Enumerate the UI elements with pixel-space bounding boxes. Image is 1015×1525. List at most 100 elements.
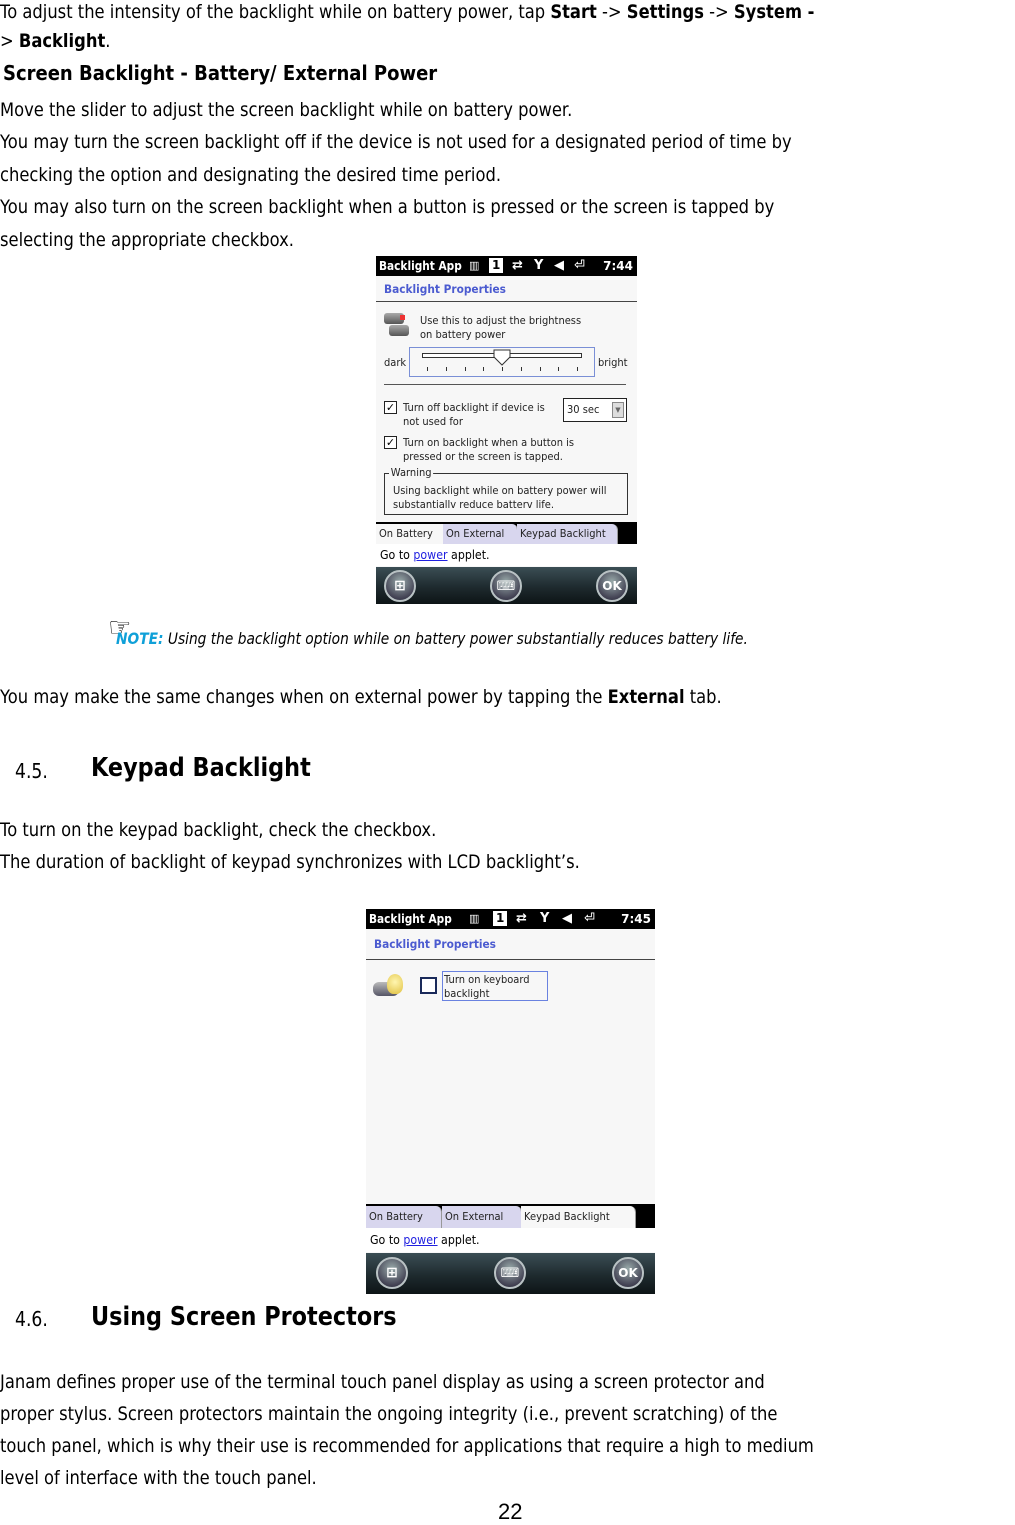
device-screenshot-battery: Backlight App ▥ 1 ⇄ Y ◀ ⏎ 7:44 Backlight… [376,256,637,604]
tab-bar: On Battery On External Keypad Backlight [366,1204,655,1228]
sentence-text: tab. [684,686,722,708]
note-text: Using the backlight option while on batt… [163,629,748,648]
slider-max-label: bright [598,356,628,369]
soft-key-bar: ⊞ ⌨ OK [376,567,637,604]
slider-tick [558,367,560,371]
soft-key-bar: ⊞ ⌨ OK [366,1253,655,1294]
keyboard-option-label: backlight [444,987,490,1000]
arrow: -> [703,1,734,23]
tab-on-external[interactable]: On External [443,524,518,544]
slider-tick [577,367,578,371]
goto-text: applet. [437,1233,480,1247]
tab-keypad-backlight[interactable]: Keypad Backlight [521,1206,636,1228]
windows-logo-icon: ⊞ [394,578,406,594]
checkmark-icon: ✓ [385,436,396,449]
keyboard-button[interactable]: ⌨ [490,570,522,602]
subheading: Screen Backlight - Battery/ External Pow… [3,61,438,85]
warning-legend: Warning [389,466,434,480]
paragraph-line: touch panel, which is why their use is r… [0,1435,814,1457]
section-number: 4.5. [15,759,48,783]
path-settings: Settings [626,1,704,23]
brightness-slider[interactable] [409,347,595,377]
slider-tick [539,367,541,371]
arrow: > [0,30,19,52]
slider-tick [483,367,485,371]
windows-logo-icon: ⊞ [386,1265,398,1281]
tab-on-external[interactable]: On External [442,1206,522,1228]
path-start: Start [550,1,597,23]
tab-on-battery[interactable]: On Battery [376,524,446,544]
paragraph-line: Move the slider to adjust the screen bac… [0,99,573,121]
indicator-one: 1 [489,258,504,273]
keypad-lightbulb-icon [373,972,409,1000]
windows-start-button[interactable]: ⊞ [384,570,416,602]
paragraph-line: selecting the appropriate checkbox. [0,229,295,251]
tab-on-battery[interactable]: On Battery [366,1206,442,1228]
timeout-value: 30 sec [567,403,600,416]
signal-off-icon: Y [540,911,550,926]
paragraph-line: To turn on the keypad backlight, check t… [0,819,437,841]
turn-on-checkbox[interactable]: ✓ [384,436,397,449]
paragraph-line: You may also turn on the screen backligh… [0,196,775,218]
properties-header: Backlight Properties [376,276,637,302]
header-text: Backlight Properties [384,282,506,296]
intro-line-2: > Backlight. [0,25,110,57]
paragraph-line: checking the option and designating the … [0,164,502,186]
ok-button[interactable]: OK [612,1257,644,1289]
goto-power-row: Go to power applet. [366,1228,655,1252]
turn-off-label: not used for [403,415,463,428]
connectivity-icon: ⇄ [512,258,523,273]
speaker-mute-icon: ◀ [554,258,564,273]
battery-brightness-icon [384,313,410,339]
tab-bar: On Battery On External Keypad Backlight [376,522,637,544]
page-number: 22 [498,1499,523,1524]
paragraph-line: proper stylus. Screen protectors maintai… [0,1403,778,1425]
keyboard-backlight-label-box[interactable]: Turn on keyboard backlight [442,971,548,1001]
clock: 7:44 [603,259,633,273]
power-applet-link[interactable]: power [403,1233,437,1247]
dropdown-arrow-icon[interactable]: ▼ [612,402,624,418]
connectivity-icon: ⇄ [516,911,527,926]
intro-line-1: To adjust the intensity of the backlight… [0,0,814,28]
external-sentence: You may make the same changes when on ex… [0,681,722,713]
brightness-label: on battery power [420,328,506,341]
device-screenshot-keypad: Backlight App ▥ 1 ⇄ Y ◀ ⏎ 7:45 Backlight… [366,909,655,1294]
signal-off-icon: Y [534,258,544,273]
turn-off-checkbox[interactable]: ✓ [384,401,397,414]
goto-power-row: Go to power applet. [376,544,637,566]
title-bar: Backlight App ▥ 1 ⇄ Y ◀ ⏎ 7:45 [366,909,655,929]
ok-button[interactable]: OK [596,570,628,602]
app-name: Backlight App [369,912,452,926]
keyboard-button[interactable]: ⌨ [494,1257,526,1289]
ok-label: OK [618,1266,638,1280]
path-system: System - [733,1,815,23]
note: NOTE: Using the backlight option while o… [116,629,748,648]
warning-box: Warning Using backlight while on battery… [384,466,628,515]
tab-label: On External [446,527,505,540]
keyboard-backlight-checkbox[interactable] [420,977,437,994]
warning-text: substantiallv reduce batterv life. [393,498,555,511]
tab-label: Keypad Backlight [524,1210,610,1223]
turn-on-label: Turn on backlight when a button is [403,436,575,449]
tab-keypad-backlight[interactable]: Keypad Backlight [517,524,618,544]
slider-tick [464,367,466,371]
slider-min-label: dark [384,356,407,369]
slider-tick [520,367,522,371]
paragraph-line: Janam defines proper use of the terminal… [0,1371,765,1393]
goto-text: Go to [380,548,414,562]
battery-icon: ▥ [469,912,480,925]
slider-tick [502,367,503,371]
sentence-text: You may make the same changes when on ex… [0,686,608,708]
clock: 7:45 [621,912,651,926]
windows-start-button[interactable]: ⊞ [376,1257,408,1289]
power-applet-link[interactable]: power [413,548,447,562]
slider-thumb[interactable] [493,349,511,367]
timeout-select[interactable]: 30 sec ▼ [563,398,627,422]
checkmark-icon: ✓ [385,401,396,414]
arrow: -> [596,1,627,23]
paragraph-line: level of interface with the touch panel. [0,1467,317,1489]
paragraph-line: You may turn the screen backlight off if… [0,131,792,153]
turn-on-label: pressed or the screen is tapped. [403,450,563,463]
properties-header: Backlight Properties [366,929,655,960]
intro-text: To adjust the intensity of the backlight… [0,1,551,23]
